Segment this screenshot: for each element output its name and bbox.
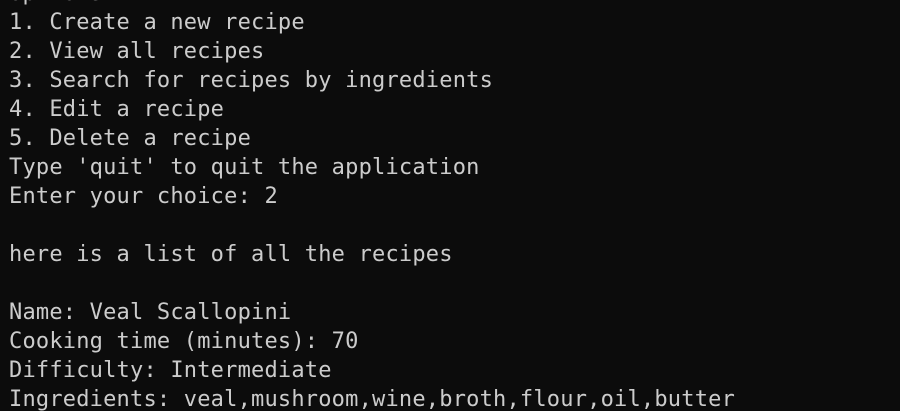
menu-option-search-recipes: 3. Search for recipes by ingredients — [9, 68, 494, 93]
choice-prompt-line: Enter your choice: 2 — [9, 184, 278, 209]
menu-header-line: Options: — [9, 0, 899, 8]
terminal-output: Options: 1. Create a new recipe 2. View … — [9, 0, 899, 411]
recipe-cooking-time-line: Cooking time (minutes): 70 — [9, 329, 359, 354]
menu-option-edit-recipe: 4. Edit a recipe — [9, 97, 225, 122]
recipe-ingredients-line: Ingredients: veal,mushroom,wine,broth,fl… — [9, 387, 736, 411]
menu-option-view-recipes: 2. View all recipes — [9, 39, 265, 64]
recipe-list-heading: here is a list of all the recipes — [9, 242, 453, 267]
menu-option-delete-recipe: 5. Delete a recipe — [9, 126, 252, 151]
terminal-window[interactable]: Options: 1. Create a new recipe 2. View … — [0, 0, 900, 411]
menu-option-create-recipe: 1. Create a new recipe — [9, 10, 305, 35]
recipe-difficulty-line: Difficulty: Intermediate — [9, 358, 332, 383]
quit-instruction: Type 'quit' to quit the application — [9, 155, 480, 180]
recipe-name-line: Name: Veal Scallopini — [9, 300, 292, 325]
